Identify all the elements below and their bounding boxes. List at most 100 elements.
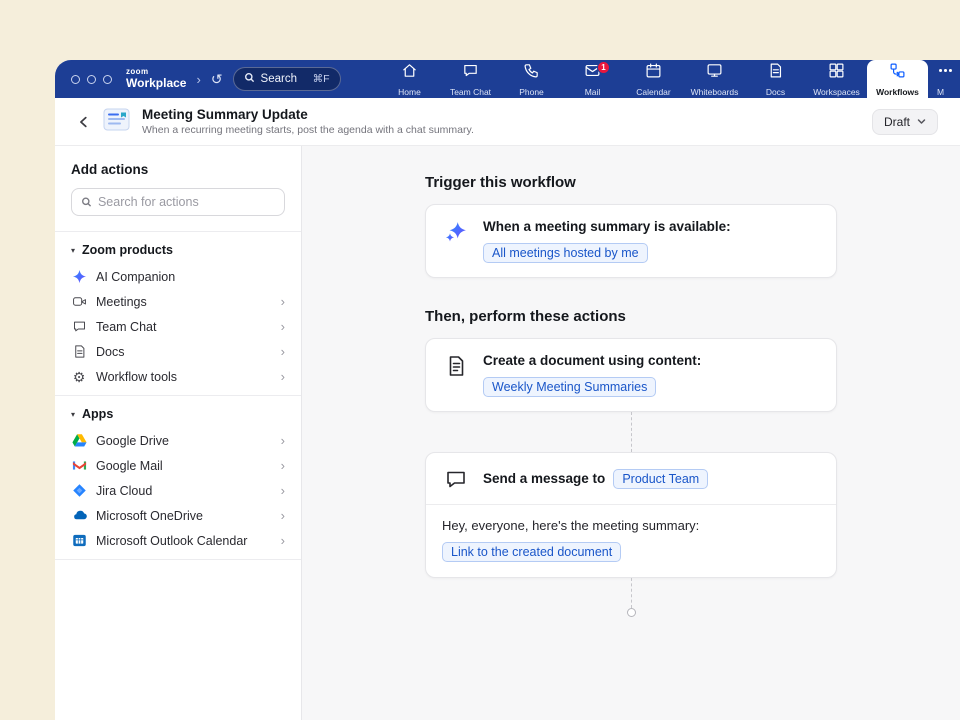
message-body-text: Hey, everyone, here's the meeting summar…: [442, 518, 820, 533]
workspaces-icon: [828, 62, 845, 84]
google-drive-icon: [71, 433, 87, 449]
calendar-icon: [645, 62, 662, 84]
nav-home[interactable]: Home: [379, 60, 440, 98]
logo-workplace-text: Workplace: [126, 77, 186, 90]
window-controls[interactable]: [71, 75, 112, 84]
microsoft-outlook-calendar-icon: [71, 533, 87, 549]
docs-icon: [767, 62, 784, 84]
collapse-triangle-icon: ▾: [71, 410, 75, 419]
home-icon: [401, 62, 418, 84]
action-document-text: Create a document using content:: [483, 353, 701, 368]
message-recipient-tag[interactable]: Product Team: [613, 469, 708, 489]
action-message-text: Send a message to: [483, 471, 605, 486]
sidebar-title: Add actions: [71, 162, 285, 177]
microsoft-onedrive-icon: [71, 508, 87, 524]
window-control-maximize-icon[interactable]: [103, 75, 112, 84]
nav-mail[interactable]: 1 Mail: [562, 60, 623, 98]
actions-heading: Then, perform these actions: [425, 308, 837, 325]
workflows-icon: [889, 62, 906, 84]
document-icon: [442, 353, 469, 378]
chevron-right-icon: ›: [281, 459, 285, 472]
sidebar-item-workflow-tools[interactable]: ⚙ Workflow tools ›: [55, 364, 301, 389]
window-control-minimize-icon[interactable]: [87, 75, 96, 84]
sidebar-item-docs[interactable]: Docs ›: [55, 339, 301, 364]
meetings-icon: [71, 294, 87, 310]
team-chat-icon: [71, 319, 87, 335]
jira-cloud-icon: [71, 483, 87, 499]
trigger-card[interactable]: When a meeting summary is available: All…: [425, 204, 837, 278]
section-apps[interactable]: ▾ Apps: [55, 396, 301, 428]
sidebar-item-google-mail[interactable]: Google Mail ›: [55, 453, 301, 478]
phone-icon: [523, 62, 540, 84]
whiteboards-icon: [706, 62, 723, 84]
search-icon: [244, 72, 255, 86]
actions-sidebar: Add actions ▾ Zoom products AI Companion: [55, 146, 302, 720]
workflow-title: Meeting Summary Update: [142, 107, 474, 122]
trigger-text: When a meeting summary is available:: [483, 219, 731, 234]
back-button[interactable]: [77, 115, 91, 129]
actions-search-input[interactable]: [98, 195, 275, 209]
chevron-right-icon: ›: [281, 370, 285, 383]
workflow-title-block: Meeting Summary Update When a recurring …: [142, 107, 474, 136]
search-shortcut: ⌘F: [313, 73, 330, 85]
actions-search[interactable]: [71, 188, 285, 216]
status-label: Draft: [884, 115, 910, 129]
search-icon: [81, 196, 92, 208]
chevron-right-icon[interactable]: ›: [196, 72, 200, 87]
window-control-close-icon[interactable]: [71, 75, 80, 84]
trigger-heading: Trigger this workflow: [425, 174, 837, 191]
workflow-header: Meeting Summary Update When a recurring …: [55, 98, 960, 146]
topbar: zoom Workplace › ↺ Search ⌘F Home Team C…: [55, 60, 960, 98]
action-card-send-message[interactable]: Send a message to Product Team Hey, ever…: [425, 452, 837, 578]
status-dropdown[interactable]: Draft: [872, 109, 938, 135]
chevron-right-icon: ›: [281, 295, 285, 308]
more-icon: [937, 62, 954, 84]
nav-whiteboards[interactable]: Whiteboards: [684, 60, 745, 98]
chat-bubble-icon: [442, 466, 469, 491]
sidebar-divider: [55, 559, 301, 560]
section-zoom-products[interactable]: ▾ Zoom products: [55, 232, 301, 264]
history-icon[interactable]: ↺: [211, 71, 223, 88]
nav-workspaces[interactable]: Workspaces: [806, 60, 867, 98]
workflow-subtitle: When a recurring meeting starts, post th…: [142, 124, 474, 136]
sidebar-item-google-drive[interactable]: Google Drive ›: [55, 428, 301, 453]
app-window: zoom Workplace › ↺ Search ⌘F Home Team C…: [55, 60, 960, 720]
mail-unread-badge: 1: [597, 61, 610, 74]
collapse-triangle-icon: ▾: [71, 246, 75, 255]
trigger-scope-tag[interactable]: All meetings hosted by me: [483, 243, 648, 263]
sidebar-item-microsoft-onedrive[interactable]: Microsoft OneDrive ›: [55, 503, 301, 528]
sidebar-item-microsoft-outlook-calendar[interactable]: Microsoft Outlook Calendar ›: [55, 528, 301, 553]
chevron-down-icon: [917, 117, 926, 126]
chevron-right-icon: ›: [281, 534, 285, 547]
chevron-right-icon: ›: [281, 484, 285, 497]
chevron-right-icon: ›: [281, 320, 285, 333]
sidebar-item-jira-cloud[interactable]: Jira Cloud ›: [55, 478, 301, 503]
message-link-tag[interactable]: Link to the created document: [442, 542, 621, 562]
nav-more-partial[interactable]: M: [928, 60, 960, 98]
zoom-workplace-logo: zoom Workplace: [126, 68, 186, 90]
global-search[interactable]: Search ⌘F: [233, 67, 341, 91]
chevron-right-icon: ›: [281, 509, 285, 522]
sidebar-item-meetings[interactable]: Meetings ›: [55, 289, 301, 314]
nav-calendar[interactable]: Calendar: [623, 60, 684, 98]
nav-workflows[interactable]: Workflows: [867, 60, 928, 98]
chevron-right-icon: ›: [281, 345, 285, 358]
workflow-thumbnail-icon: [103, 108, 130, 136]
document-content-tag[interactable]: Weekly Meeting Summaries: [483, 377, 656, 397]
sidebar-item-team-chat[interactable]: Team Chat ›: [55, 314, 301, 339]
ai-sparkle-icon: [442, 219, 469, 244]
gear-icon: ⚙: [71, 369, 87, 385]
team-chat-icon: [462, 62, 479, 84]
connector-line: [631, 412, 632, 452]
nav-team-chat[interactable]: Team Chat: [440, 60, 501, 98]
sidebar-item-ai-companion[interactable]: AI Companion: [55, 264, 301, 289]
nav-phone[interactable]: Phone: [501, 60, 562, 98]
nav-docs[interactable]: Docs: [745, 60, 806, 98]
search-label: Search: [261, 73, 297, 85]
add-step-node[interactable]: [627, 608, 636, 617]
google-mail-icon: [71, 458, 87, 474]
connector-line: [631, 578, 632, 608]
action-card-create-document[interactable]: Create a document using content: Weekly …: [425, 338, 837, 412]
workflow-canvas: Trigger this workflow When a meeting sum…: [302, 146, 960, 720]
chevron-right-icon: ›: [281, 434, 285, 447]
